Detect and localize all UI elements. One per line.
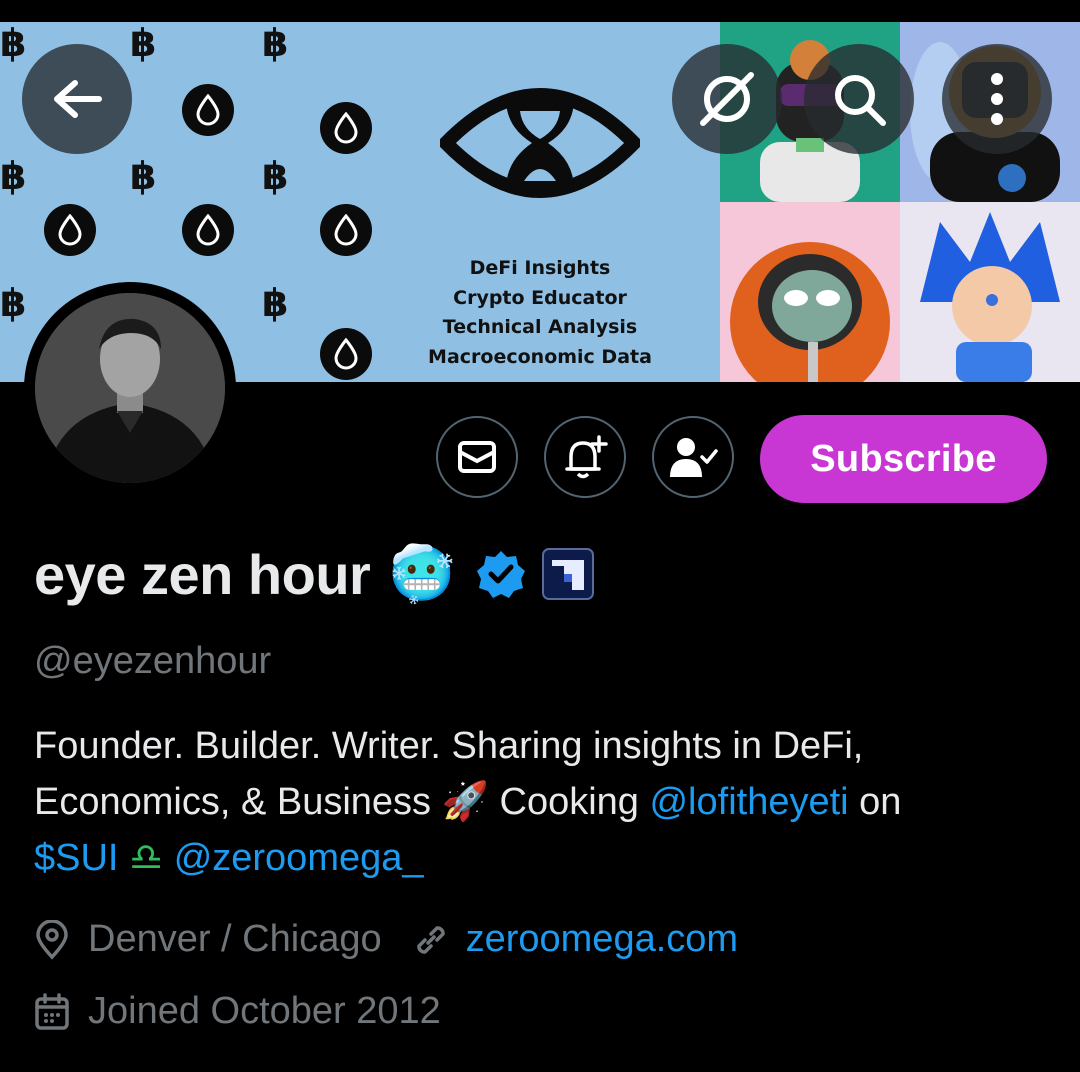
calendar-icon <box>35 992 69 1030</box>
bitcoin-icon: ฿ <box>0 281 27 325</box>
eye-hourglass-logo <box>440 88 640 198</box>
bio-line: $SUI ♎ @zeroomega_ <box>34 830 1044 886</box>
arrow-left-icon <box>54 80 102 118</box>
bio-line: Founder. Builder. Writer. Sharing insigh… <box>34 725 864 767</box>
profile-bio: Founder. Builder. Writer. Sharing insigh… <box>34 718 1044 886</box>
banner-line: Crypto Educator <box>453 286 627 309</box>
grok-icon <box>700 72 754 126</box>
profile-meta-row: Denver / Chicago zeroomega.com <box>34 918 738 961</box>
bell-plus-icon <box>565 435 608 479</box>
sui-drop-icon <box>182 84 234 136</box>
sui-drop-icon <box>320 328 372 380</box>
profile-name-row: eye zen hour 🥶 <box>34 538 594 610</box>
status-bar-edge <box>0 0 1080 22</box>
bio-text: Economics, & Business <box>34 781 442 823</box>
avatar <box>35 293 225 483</box>
nft-puffer-turtle-image <box>720 202 900 382</box>
bitcoin-icon: ฿ <box>0 154 27 198</box>
link-icon <box>416 925 445 954</box>
website-link[interactable]: zeroomega.com <box>466 918 738 961</box>
notifications-button[interactable] <box>544 416 626 498</box>
rocket-emoji: 🚀 <box>441 781 489 823</box>
bitcoin-icon: ฿ <box>262 22 289 65</box>
bitcoin-icon: ฿ <box>130 22 157 65</box>
profile-joined-date: Joined October 2012 <box>88 990 441 1032</box>
profile-avatar[interactable] <box>24 282 236 494</box>
bio-text: Cooking <box>488 781 650 823</box>
verified-badge-icon <box>476 551 525 598</box>
profile-joined-row: Joined October 2012 <box>34 990 441 1033</box>
subscribe-button[interactable]: Subscribe <box>760 415 1047 503</box>
profile-handle: @eyezenhour <box>34 640 272 682</box>
mention-link[interactable]: @zeroomega_ <box>174 837 424 879</box>
sui-drop-icon <box>320 102 372 154</box>
nft-blue-hair-character-image <box>900 202 1080 382</box>
bitcoin-icon: ฿ <box>130 154 157 198</box>
mention-link[interactable]: @lofitheyeti <box>649 781 848 823</box>
banner-line: DeFi Insights <box>469 257 611 279</box>
bio-text: on <box>848 781 902 823</box>
envelope-icon <box>458 441 496 473</box>
libra-emoji: ♎ <box>129 837 164 879</box>
following-button[interactable] <box>652 416 734 498</box>
banner-tagline: DeFi Insights Crypto Educator Technical … <box>420 254 660 372</box>
more-vertical-icon <box>991 73 1003 125</box>
profile-location: Denver / Chicago <box>88 918 382 960</box>
bitcoin-icon: ฿ <box>262 154 289 198</box>
sui-drop-icon <box>44 204 96 256</box>
search-icon <box>835 75 886 126</box>
search-button[interactable] <box>804 44 914 154</box>
sui-drop-icon <box>182 204 234 256</box>
display-name: eye zen hour <box>34 542 371 606</box>
bio-line: Economics, & Business 🚀 Cooking @lofithe… <box>34 774 1044 830</box>
more-button[interactable] <box>942 44 1052 154</box>
bitcoin-icon: ฿ <box>0 22 27 65</box>
banner-line: Macroeconomic Data <box>428 345 652 368</box>
cold-face-emoji: 🥶 <box>388 544 456 604</box>
bitcoin-icon: ฿ <box>262 281 289 325</box>
sui-drop-icon <box>320 204 372 256</box>
banner-line: Technical Analysis <box>442 316 638 338</box>
back-button[interactable] <box>22 44 132 154</box>
cashtag-link[interactable]: $SUI <box>34 837 118 879</box>
location-pin-icon <box>36 919 68 960</box>
message-button[interactable] <box>436 416 518 498</box>
person-check-icon <box>670 438 718 477</box>
affiliate-badge-icon[interactable] <box>541 548 594 600</box>
grok-button[interactable] <box>672 44 782 154</box>
